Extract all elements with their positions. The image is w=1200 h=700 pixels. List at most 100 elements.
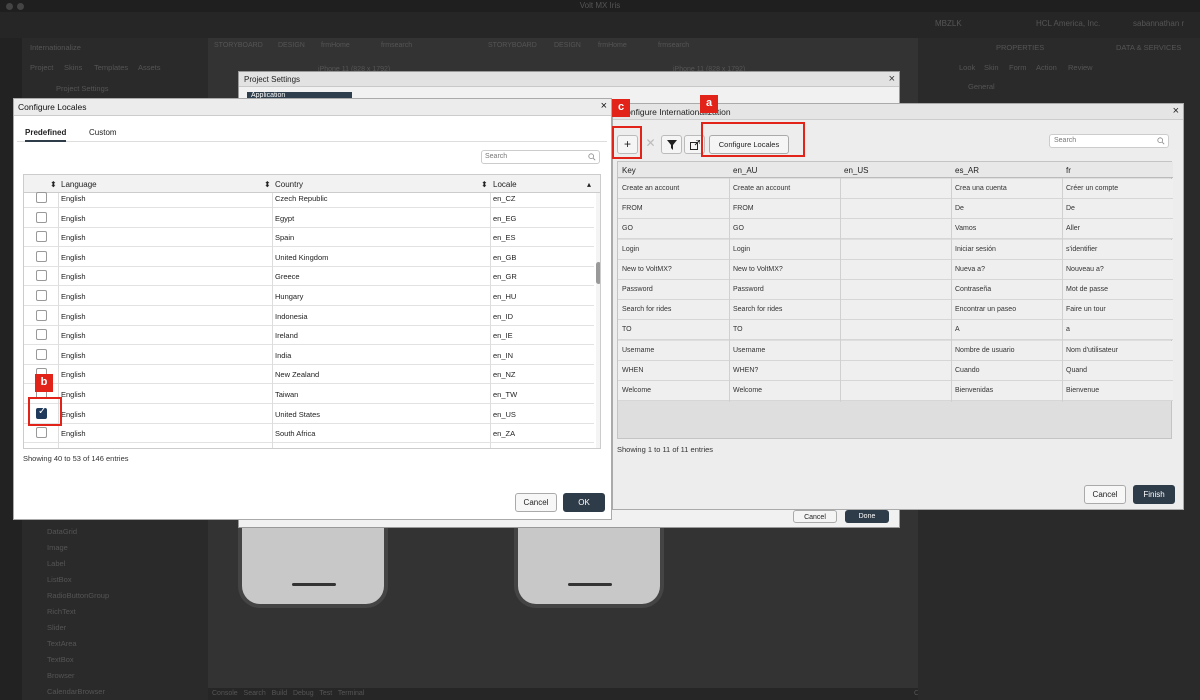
close-window-icon[interactable]	[6, 3, 13, 10]
section-general[interactable]: General	[968, 82, 995, 91]
tab-console[interactable]: Console	[212, 690, 238, 697]
widget-item[interactable]: TextArea	[47, 639, 77, 648]
scrollbar-track[interactable]	[596, 193, 600, 448]
locale-checkbox[interactable]	[36, 211, 47, 223]
table-row[interactable]: Password Password Contraseña Mot de passe	[618, 280, 1173, 300]
table-row[interactable]: New to VoltMX? New to VoltMX? Nueva a? Nouv…	[618, 259, 1173, 280]
table-row[interactable]: Login Login Iniciar sesión s'identifier	[618, 239, 1173, 260]
table-row[interactable]: English New Zealand en_NZ	[24, 364, 594, 385]
tab-review[interactable]: Review	[1068, 63, 1093, 72]
properties-title[interactable]: PROPERTIES	[996, 43, 1044, 52]
org-label[interactable]: HCL America, Inc.	[1036, 19, 1100, 28]
column-header-fr[interactable]: fr	[1066, 166, 1071, 175]
close-icon[interactable]: ×	[889, 73, 895, 85]
table-row[interactable]: FROM FROM De De	[618, 199, 1173, 220]
tab-look[interactable]: Look	[959, 63, 975, 72]
cancel-button[interactable]: Cancel	[793, 510, 837, 523]
tab-form[interactable]: Form	[1009, 63, 1027, 72]
search-input[interactable]: Search	[1049, 134, 1169, 148]
table-row[interactable]: WHEN WHEN? Cuando Quand	[618, 360, 1173, 381]
column-header-en-au[interactable]: en_AU	[733, 166, 757, 175]
widget-item[interactable]: Label	[47, 559, 65, 568]
tab-action[interactable]: Action	[1036, 63, 1057, 72]
finish-button[interactable]: Finish	[1133, 485, 1175, 504]
widget-item[interactable]: CalendarBrowser	[47, 687, 105, 696]
locale-checkbox[interactable]	[36, 270, 47, 282]
tab-custom[interactable]: Custom	[89, 128, 117, 137]
widget-item[interactable]: RichText	[47, 607, 76, 616]
locale-checkbox[interactable]	[36, 309, 47, 321]
user-label[interactable]: sabannathan r	[1133, 19, 1184, 28]
table-row[interactable]: Search for rides Search for rides Encontra…	[618, 300, 1173, 321]
widget-item[interactable]: Browser	[47, 671, 75, 680]
locale-checkbox[interactable]	[36, 192, 47, 203]
tab-design-right[interactable]: DESIGN	[554, 42, 581, 49]
widget-item[interactable]: DataGrid	[47, 527, 77, 536]
tab-storyboard-right[interactable]: STORYBOARD	[488, 42, 537, 49]
table-row[interactable]: Welcome Welcome Bienvenidas Bienvenue	[618, 381, 1173, 401]
table-row[interactable]: TO TO Aa	[618, 320, 1173, 341]
minimize-window-icon[interactable]	[17, 3, 24, 10]
scrollbar-thumb[interactable]	[596, 262, 600, 284]
search-input[interactable]: Search	[481, 150, 600, 164]
column-header-en-us[interactable]: en_US	[844, 166, 868, 175]
tab-templates[interactable]: Templates	[94, 63, 128, 72]
tab-frmhome[interactable]: frmHome	[321, 42, 350, 49]
table-row[interactable]: English Greece en_GR	[24, 266, 594, 287]
locale-checkbox[interactable]	[36, 290, 47, 301]
table-row[interactable]: English South Africa en_ZA	[24, 423, 594, 444]
tab-frmhome-right[interactable]: frmHome	[598, 42, 627, 49]
tab-predefined[interactable]: Predefined	[25, 128, 67, 142]
locale-checkbox[interactable]	[36, 329, 47, 341]
tab-frmsearch[interactable]: frmsearch	[381, 42, 412, 49]
locale-checkbox[interactable]	[36, 250, 47, 262]
tab-skin[interactable]: Skin	[984, 63, 999, 72]
tab-design[interactable]: DESIGN	[278, 42, 305, 49]
delete-button[interactable]: ✕	[640, 135, 661, 154]
project-dropdown[interactable]: Internationalize	[30, 43, 81, 52]
table-row[interactable]: English Indonesia en_ID	[24, 306, 594, 326]
table-row[interactable]: English United Kingdom en_GB	[24, 247, 594, 267]
table-row[interactable]: English Spain en_ES	[24, 227, 594, 248]
locale-checkbox[interactable]	[36, 231, 47, 243]
tab-assets[interactable]: Assets	[138, 63, 161, 72]
locale-checkbox[interactable]	[36, 348, 47, 360]
tab-frmsearch-right[interactable]: frmsearch	[658, 42, 689, 49]
table-row[interactable]: English India en_IN	[24, 345, 594, 365]
tab-build[interactable]: Build	[272, 690, 288, 697]
widget-item[interactable]: ListBox	[47, 575, 72, 584]
table-row[interactable]: Create an account Create an account Crea u…	[618, 179, 1173, 199]
table-row[interactable]: English United States en_US	[24, 404, 594, 424]
table-row[interactable]: English Hungary en_HU	[24, 286, 594, 306]
tab-storyboard[interactable]: STORYBOARD	[214, 42, 263, 49]
close-icon[interactable]: ×	[601, 100, 607, 112]
table-row[interactable]: English Ireland en_IE	[24, 325, 594, 346]
table-row[interactable]: English Taiwan en_TW	[24, 384, 594, 404]
filter-button[interactable]	[661, 135, 682, 154]
close-icon[interactable]: ×	[1173, 105, 1179, 117]
tab-debug[interactable]: Debug	[293, 690, 314, 697]
column-header-key[interactable]: Key	[622, 166, 636, 175]
tab-terminal[interactable]: Terminal	[338, 690, 364, 697]
widget-item[interactable]: TextBox	[47, 655, 74, 664]
table-row[interactable]: Username Username Nombre de usuario Nom d'u…	[618, 340, 1173, 361]
project-settings-item[interactable]: Project Settings	[56, 84, 109, 93]
widget-item[interactable]: Image	[47, 543, 68, 552]
tab-skins[interactable]: Skins	[64, 63, 82, 72]
tab-test[interactable]: Test	[319, 690, 332, 697]
locale-checkbox[interactable]	[36, 427, 47, 439]
tab-search[interactable]: Search	[244, 690, 266, 697]
cancel-button[interactable]: Cancel	[515, 493, 557, 512]
table-row[interactable]: GO GO Vamos Aller	[618, 219, 1173, 240]
table-row[interactable]: English Egypt en_EG	[24, 208, 594, 228]
done-button[interactable]: Done	[845, 510, 889, 523]
widget-item[interactable]: Slider	[47, 623, 66, 632]
cancel-button[interactable]: Cancel	[1084, 485, 1126, 504]
table-row[interactable]: English Czech Republic en_CZ	[24, 188, 594, 208]
widget-item[interactable]: RadioButtonGroup	[47, 591, 109, 600]
data-services-title[interactable]: DATA & SERVICES	[1116, 43, 1181, 52]
column-header-es-ar[interactable]: es_AR	[955, 166, 979, 175]
account-label[interactable]: MBZLK	[935, 19, 962, 28]
tab-project[interactable]: Project	[30, 63, 53, 72]
ok-button[interactable]: OK	[563, 493, 605, 512]
